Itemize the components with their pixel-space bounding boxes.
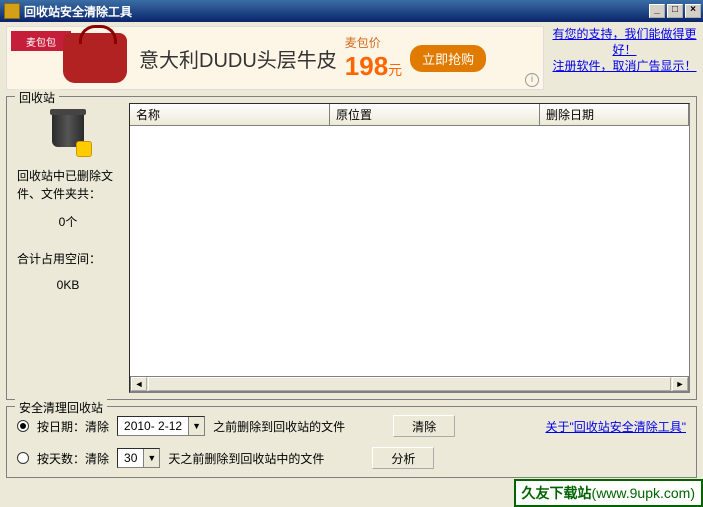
column-name[interactable]: 名称 bbox=[130, 104, 330, 125]
list-body bbox=[130, 126, 689, 376]
chevron-down-icon[interactable]: ▼ bbox=[143, 449, 159, 467]
app-icon bbox=[4, 3, 20, 19]
watermark: 久友下载站(www.9upk.com) bbox=[514, 479, 703, 507]
ad-price-number: 198 bbox=[345, 51, 388, 81]
scroll-right-arrow[interactable]: ► bbox=[672, 377, 688, 391]
clear-button[interactable]: 清除 bbox=[393, 415, 455, 437]
about-link[interactable]: 关于"回收站安全清除工具" bbox=[545, 418, 686, 435]
horizontal-scrollbar[interactable]: ◄ ► bbox=[130, 376, 689, 392]
ad-text: 意大利DUDU头层牛皮 bbox=[139, 44, 337, 73]
by-days-label: 按天数：清除 bbox=[37, 450, 109, 467]
analyze-button[interactable]: 分析 bbox=[372, 447, 434, 469]
column-location[interactable]: 原位置 bbox=[330, 104, 540, 125]
clean-fieldset: 安全清理回收站 按日期：清除 2010- 2-12 ▼ 之前删除到回收站的文件 … bbox=[6, 406, 697, 478]
window-title: 回收站安全清除工具 bbox=[24, 3, 649, 20]
by-date-radio[interactable] bbox=[17, 420, 29, 432]
lock-icon bbox=[76, 141, 92, 157]
minimize-button[interactable]: _ bbox=[649, 4, 665, 18]
deleted-files-label: 回收站中已删除文件、文件夹共： bbox=[17, 167, 119, 203]
ad-price-label: 麦包价 bbox=[345, 36, 381, 50]
ad-price-unit: 元 bbox=[388, 62, 402, 78]
date-picker[interactable]: 2010- 2-12 ▼ bbox=[117, 416, 205, 436]
file-list: 名称 原位置 删除日期 ◄ ► bbox=[129, 103, 690, 393]
maximize-button[interactable]: □ bbox=[667, 4, 683, 18]
list-header: 名称 原位置 删除日期 bbox=[130, 104, 689, 126]
ad-links: 有您的支持，我们能做得更好！ 注册软件，取消广告显示！ bbox=[552, 26, 697, 90]
recycle-bin-icon bbox=[46, 111, 90, 155]
space-used-label: 合计占用空间： bbox=[17, 250, 119, 268]
by-date-label: 按日期：清除 bbox=[37, 418, 109, 435]
support-link[interactable]: 有您的支持，我们能做得更好！ bbox=[552, 26, 697, 58]
by-date-suffix: 之前删除到回收站的文件 bbox=[213, 418, 345, 435]
scroll-thumb[interactable] bbox=[148, 377, 671, 391]
watermark-site: 久友下载站 bbox=[522, 485, 592, 501]
date-value: 2010- 2-12 bbox=[118, 419, 188, 433]
ad-product-image bbox=[63, 33, 127, 83]
recycle-fieldset: 回收站 回收站中已删除文件、文件夹共： 0个 合计占用空间： 0KB 名称 原位… bbox=[6, 96, 697, 400]
chevron-down-icon[interactable]: ▼ bbox=[188, 417, 204, 435]
close-button[interactable]: × bbox=[685, 4, 701, 18]
by-days-suffix: 天之前删除到回收站中的文件 bbox=[168, 450, 324, 467]
watermark-url: (www.9upk.com) bbox=[592, 485, 695, 501]
register-link[interactable]: 注册软件，取消广告显示！ bbox=[552, 58, 697, 74]
days-value: 30 bbox=[118, 451, 143, 465]
ad-price: 麦包价 198元 bbox=[345, 34, 402, 82]
recycle-legend: 回收站 bbox=[15, 89, 59, 106]
ad-area: 麦包包 意大利DUDU头层牛皮 麦包价 198元 立即抢购 i 有您的支持，我们… bbox=[6, 26, 697, 90]
scroll-left-arrow[interactable]: ◄ bbox=[131, 377, 147, 391]
by-days-radio[interactable] bbox=[17, 452, 29, 464]
ad-info-icon[interactable]: i bbox=[525, 73, 539, 87]
space-used-value: 0KB bbox=[17, 278, 119, 292]
recycle-sidebar: 回收站中已删除文件、文件夹共： 0个 合计占用空间： 0KB bbox=[13, 103, 123, 393]
clean-legend: 安全清理回收站 bbox=[15, 399, 107, 416]
ad-banner[interactable]: 麦包包 意大利DUDU头层牛皮 麦包价 198元 立即抢购 i bbox=[6, 26, 544, 90]
column-date[interactable]: 删除日期 bbox=[540, 104, 689, 125]
ad-buy-button[interactable]: 立即抢购 bbox=[410, 45, 486, 72]
days-picker[interactable]: 30 ▼ bbox=[117, 448, 160, 468]
window-titlebar: 回收站安全清除工具 _ □ × bbox=[0, 0, 703, 22]
ad-logo: 麦包包 bbox=[11, 31, 71, 51]
deleted-files-count: 0个 bbox=[17, 213, 119, 230]
